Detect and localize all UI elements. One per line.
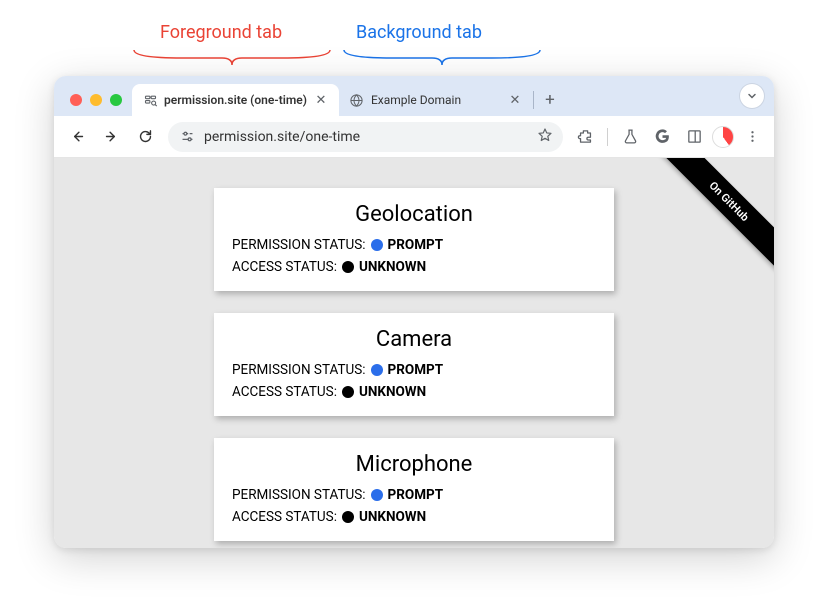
row-value: UNKNOWN (359, 509, 426, 525)
permission-status-row: PERMISSION STATUS: PROMPT (232, 237, 596, 253)
github-link[interactable]: On GitHub (652, 158, 774, 278)
card-title: Geolocation (232, 202, 596, 227)
status-dot-icon (342, 261, 354, 273)
tab-title: permission.site (one-time) (164, 93, 307, 107)
tab-foreground[interactable]: permission.site (one-time) ✕ (132, 84, 339, 116)
access-status-row: ACCESS STATUS: UNKNOWN (232, 509, 596, 525)
row-value: UNKNOWN (359, 259, 426, 275)
tab-dropdown-button[interactable] (740, 84, 764, 108)
toolbar-separator (607, 128, 608, 146)
window-controls (62, 94, 132, 116)
status-dot-icon (342, 386, 354, 398)
tab-background[interactable]: Example Domain ✕ (339, 84, 533, 116)
permission-card-camera: Camera PERMISSION STATUS: PROMPT ACCESS … (214, 313, 614, 416)
row-label: ACCESS STATUS: (232, 259, 337, 275)
back-button[interactable] (62, 122, 92, 152)
status-dot-icon (342, 511, 354, 523)
menu-button[interactable] (738, 123, 766, 151)
card-title: Camera (232, 327, 596, 352)
labs-button[interactable] (616, 123, 644, 151)
forward-button[interactable] (96, 122, 126, 152)
row-value: PROMPT (388, 362, 444, 378)
permission-card-microphone: Microphone PERMISSION STATUS: PROMPT ACC… (214, 438, 614, 541)
status-dot-icon (371, 364, 383, 376)
toolbar: permission.site/one-time (54, 116, 774, 158)
row-label: PERMISSION STATUS: (232, 362, 366, 378)
row-label: PERMISSION STATUS: (232, 487, 366, 503)
page-content[interactable]: On GitHub Geolocation PERMISSION STATUS:… (54, 158, 774, 548)
permission-status-row: PERMISSION STATUS: PROMPT (232, 487, 596, 503)
access-status-row: ACCESS STATUS: UNKNOWN (232, 259, 596, 275)
site-info-icon[interactable] (178, 128, 196, 146)
access-status-row: ACCESS STATUS: UNKNOWN (232, 384, 596, 400)
google-button[interactable] (648, 123, 676, 151)
minimize-window-button[interactable] (90, 94, 102, 106)
close-window-button[interactable] (70, 94, 82, 106)
close-tab-icon[interactable]: ✕ (507, 92, 523, 108)
bookmark-star-icon[interactable] (537, 127, 553, 147)
permission-card-geolocation: Geolocation PERMISSION STATUS: PROMPT AC… (214, 188, 614, 291)
foreground-brace (132, 48, 332, 66)
site-settings-icon (142, 92, 158, 108)
row-value: UNKNOWN (359, 384, 426, 400)
permission-status-row: PERMISSION STATUS: PROMPT (232, 362, 596, 378)
reader-mode-button[interactable] (680, 123, 708, 151)
browser-window: permission.site (one-time) ✕ Example Dom… (54, 76, 774, 548)
url-text: permission.site/one-time (204, 129, 529, 145)
foreground-tab-label: Foreground tab (160, 22, 282, 43)
profile-avatar[interactable] (712, 126, 734, 148)
tab-strip: permission.site (one-time) ✕ Example Dom… (54, 76, 774, 116)
new-tab-button[interactable]: + (536, 86, 564, 114)
row-value: PROMPT (388, 487, 444, 503)
row-label: ACCESS STATUS: (232, 384, 337, 400)
tab-divider (533, 91, 534, 109)
background-tab-label: Background tab (356, 22, 482, 43)
row-value: PROMPT (388, 237, 444, 253)
address-bar[interactable]: permission.site/one-time (168, 122, 563, 152)
reload-button[interactable] (130, 122, 160, 152)
maximize-window-button[interactable] (110, 94, 122, 106)
card-title: Microphone (232, 452, 596, 477)
globe-icon (349, 92, 365, 108)
status-dot-icon (371, 489, 383, 501)
close-tab-icon[interactable]: ✕ (313, 92, 329, 108)
row-label: PERMISSION STATUS: (232, 237, 366, 253)
extensions-button[interactable] (571, 123, 599, 151)
tab-title: Example Domain (371, 93, 501, 107)
background-brace (342, 48, 542, 66)
row-label: ACCESS STATUS: (232, 509, 337, 525)
status-dot-icon (371, 239, 383, 251)
github-ribbon: On GitHub (644, 158, 774, 288)
